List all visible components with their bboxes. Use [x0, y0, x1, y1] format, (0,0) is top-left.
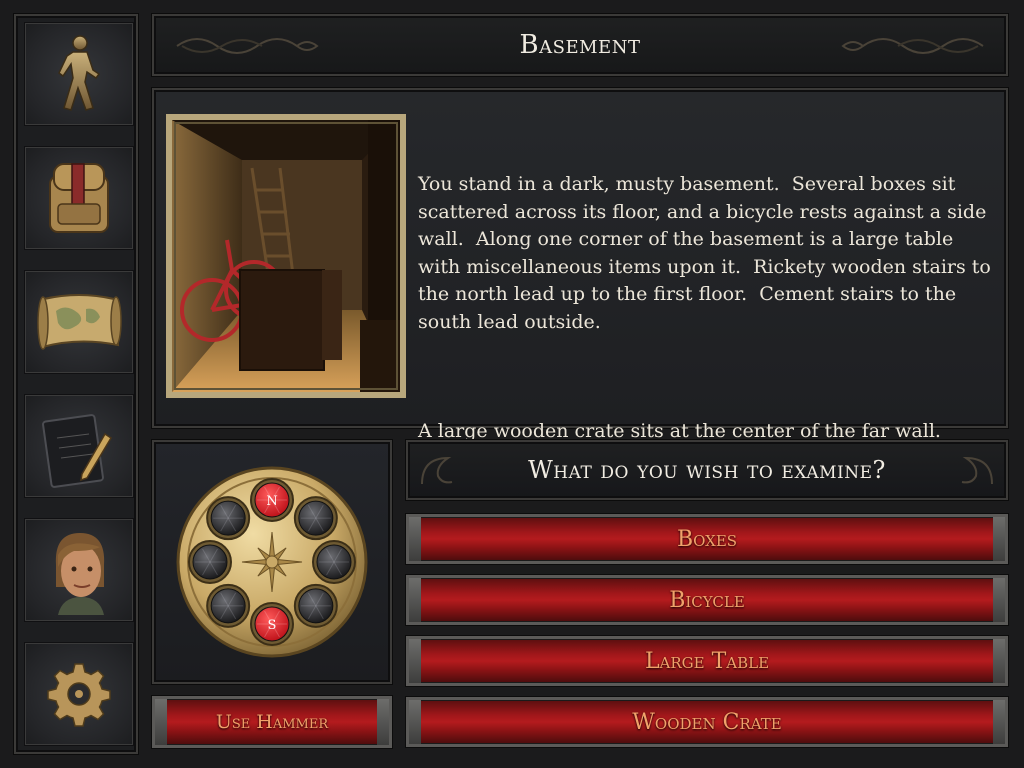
compass-nw-button [206, 496, 251, 541]
examine-bicycle-button[interactable]: Bicycle [406, 575, 1008, 625]
description-paragraph: You stand in a dark, musty basement. Sev… [418, 173, 997, 333]
use-hammer-button[interactable]: Use Hammer [152, 696, 392, 748]
examine-large-table-button[interactable]: Large Table [406, 636, 1008, 686]
description-panel: You stand in a dark, musty basement. Sev… [152, 88, 1008, 442]
compass-w-button [188, 540, 232, 584]
compass-n-button[interactable]: N [250, 478, 294, 522]
compass-s-label: S [268, 618, 277, 633]
choice-label: Bicycle [669, 587, 745, 613]
examine-boxes-button[interactable]: Boxes [406, 514, 1008, 564]
inventory-button[interactable] [24, 146, 134, 250]
map-scroll-icon [37, 294, 122, 350]
examine-prompt-bar: What do you wish to examine? [406, 440, 1008, 500]
examine-wooden-crate-button[interactable]: Wooden Crate [406, 697, 1008, 747]
walk-button[interactable] [24, 22, 134, 126]
compass-sw-button [206, 583, 251, 628]
use-hammer-label: Use Hammer [215, 711, 329, 733]
compass-ne-button [293, 496, 338, 541]
walking-figure-icon [58, 35, 101, 111]
map-button[interactable] [24, 270, 134, 374]
scene-image [166, 114, 406, 398]
examine-prompt: What do you wish to examine? [528, 456, 886, 484]
compass: NS [176, 466, 368, 658]
compass-panel: NS [152, 440, 392, 684]
sidebar [14, 14, 138, 754]
ornament-right-icon [961, 456, 993, 485]
basement-scene-illustration [172, 120, 400, 392]
compass-s-button[interactable]: S [250, 602, 294, 646]
location-title-bar: Basement [152, 14, 1008, 76]
notebook-pencil-icon [42, 414, 113, 488]
journal-button[interactable] [24, 394, 134, 498]
compass-se-button [293, 583, 338, 628]
compass-e-button [312, 540, 356, 584]
choice-label: Boxes [676, 526, 738, 552]
compass-n-label: N [266, 494, 277, 509]
character-button[interactable] [24, 518, 134, 622]
settings-button[interactable] [24, 642, 134, 746]
character-portrait-icon [55, 533, 105, 615]
choice-label: Wooden Crate [632, 709, 782, 735]
gear-icon [47, 663, 111, 727]
ornament-right-icon [841, 38, 984, 54]
choice-label: Large Table [644, 648, 770, 674]
backpack-icon [49, 163, 109, 233]
